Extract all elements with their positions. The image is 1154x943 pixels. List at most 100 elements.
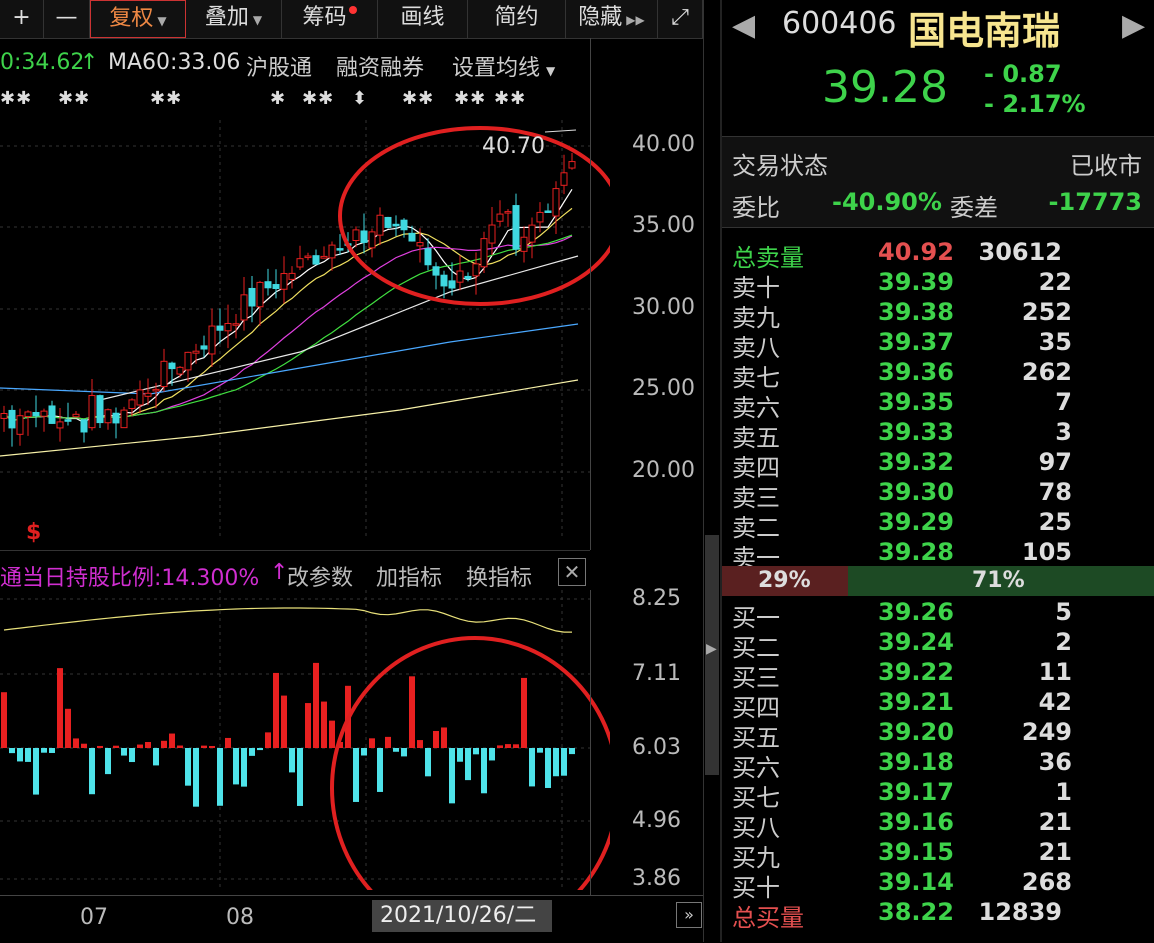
candle-body[interactable] — [112, 412, 120, 424]
candle-body[interactable] — [280, 273, 288, 290]
holding-change-bar[interactable] — [97, 745, 103, 748]
candle-body[interactable] — [512, 205, 520, 250]
holding-change-bar[interactable] — [33, 748, 39, 795]
candle-body[interactable] — [376, 214, 384, 236]
holding-change-bar[interactable] — [305, 703, 311, 748]
candle-body[interactable] — [384, 216, 392, 228]
event-marker-icon[interactable]: ⬍ — [352, 88, 368, 109]
add-indicator-button[interactable]: 加指标 — [376, 560, 442, 592]
holding-change-bar[interactable] — [169, 733, 175, 748]
prev-stock-button[interactable]: ◀ — [732, 8, 755, 43]
holding-change-bar[interactable] — [545, 748, 551, 788]
candle-body[interactable] — [480, 238, 488, 268]
candle-body[interactable] — [240, 294, 248, 321]
holding-change-bar[interactable] — [257, 748, 263, 751]
holding-change-bar[interactable] — [329, 720, 335, 748]
holding-change-bar[interactable] — [393, 748, 399, 752]
next-stock-button[interactable]: ▶ — [1122, 8, 1145, 43]
panel-collapse-handle[interactable]: ▶ — [705, 535, 719, 775]
bid-row[interactable]: 买五 39.20 249 — [732, 718, 1152, 752]
holding-change-bar[interactable] — [137, 744, 143, 748]
holding-change-bar[interactable] — [497, 745, 503, 748]
candle-body[interactable] — [464, 275, 472, 280]
bid-row[interactable]: 买三 39.22 11 — [732, 658, 1152, 692]
candle-body[interactable] — [288, 272, 296, 280]
holding-change-bar[interactable] — [57, 668, 63, 748]
ask-row[interactable]: 卖四 39.32 97 — [732, 448, 1152, 482]
ask-row[interactable]: 卖一 39.28 105 — [732, 538, 1152, 572]
candle-body[interactable] — [472, 263, 480, 277]
holding-change-bar[interactable] — [361, 748, 367, 756]
holding-change-bar[interactable] — [529, 748, 535, 787]
event-marker-icon[interactable]: ✱✱ — [58, 88, 90, 109]
candle-body[interactable] — [400, 219, 408, 231]
candle-body[interactable] — [360, 230, 368, 243]
candle-body[interactable] — [496, 213, 504, 222]
candle-body[interactable] — [216, 325, 224, 331]
holding-change-bar[interactable] — [449, 748, 455, 804]
holding-change-bar[interactable] — [465, 748, 471, 781]
bid-row[interactable]: 买四 39.21 42 — [732, 688, 1152, 722]
candle-body[interactable] — [256, 281, 264, 308]
holding-change-bar[interactable] — [377, 748, 383, 792]
candle-body[interactable] — [136, 389, 144, 406]
holding-change-bar[interactable] — [473, 748, 479, 755]
event-marker-icon[interactable]: ✱✱ — [150, 88, 182, 109]
zoom-in-button[interactable]: + — [0, 0, 44, 38]
change-params-button[interactable]: 改参数 — [287, 560, 353, 592]
holding-change-bar[interactable] — [65, 708, 71, 748]
holding-change-bar[interactable] — [9, 748, 15, 754]
holding-change-bar[interactable] — [265, 732, 271, 748]
candle-body[interactable] — [456, 270, 464, 283]
holding-change-bar[interactable] — [193, 748, 199, 807]
candle-body[interactable] — [224, 322, 232, 332]
close-icon[interactable]: ✕ — [558, 558, 586, 586]
holding-change-bar[interactable] — [273, 672, 279, 748]
holding-change-bar[interactable] — [73, 738, 79, 748]
holding-change-bar[interactable] — [49, 748, 55, 753]
fuquan-button[interactable]: 复权 ▼ — [90, 0, 186, 38]
holding-change-bar[interactable] — [1, 692, 7, 748]
candle-body[interactable] — [312, 255, 320, 265]
candle-body[interactable] — [64, 419, 72, 422]
holding-change-bar[interactable] — [89, 748, 95, 795]
candle-body[interactable] — [232, 323, 240, 326]
holding-change-bar[interactable] — [289, 748, 295, 773]
candle-body[interactable] — [560, 172, 568, 186]
candle-body[interactable] — [304, 255, 312, 259]
candle-body[interactable] — [296, 258, 304, 268]
candle-body[interactable] — [536, 211, 544, 223]
candle-body[interactable] — [24, 411, 32, 417]
zoom-out-button[interactable]: — — [44, 0, 90, 38]
candle-body[interactable] — [96, 395, 104, 424]
candle-body[interactable] — [200, 345, 208, 350]
candle-body[interactable] — [192, 350, 200, 354]
holding-change-bar[interactable] — [233, 748, 239, 785]
candle-body[interactable] — [144, 392, 152, 397]
bid-row[interactable]: 买八 39.16 21 — [732, 808, 1152, 842]
candle-body[interactable] — [16, 415, 24, 435]
holding-change-bar[interactable] — [161, 740, 167, 748]
bid-row[interactable]: 买十 39.14 268 — [732, 868, 1152, 902]
candle-body[interactable] — [128, 399, 136, 409]
ask-row[interactable]: 卖十 39.39 22 — [732, 268, 1152, 302]
event-marker-icon[interactable]: ✱ — [270, 88, 286, 109]
candle-body[interactable] — [520, 236, 528, 252]
holding-change-bar[interactable] — [281, 695, 287, 748]
candle-body[interactable] — [56, 421, 64, 429]
holding-change-bar[interactable] — [537, 748, 543, 753]
candle-body[interactable] — [432, 266, 440, 276]
event-marker-icon[interactable]: ✱✱ — [454, 88, 486, 109]
hgt-link[interactable]: 沪股通 — [246, 50, 312, 82]
holding-ratio-chart[interactable] — [0, 590, 610, 890]
candle-body[interactable] — [392, 223, 400, 227]
candlestick-chart[interactable] — [0, 120, 610, 540]
holding-change-bar[interactable] — [129, 748, 135, 763]
overlay-button[interactable]: 叠加 ▼ — [186, 0, 282, 38]
holding-change-bar[interactable] — [457, 748, 463, 762]
candle-body[interactable] — [248, 287, 256, 307]
candle-body[interactable] — [104, 409, 112, 424]
holding-change-bar[interactable] — [441, 727, 447, 748]
candle-body[interactable] — [120, 409, 128, 429]
candle-body[interactable] — [8, 409, 16, 429]
